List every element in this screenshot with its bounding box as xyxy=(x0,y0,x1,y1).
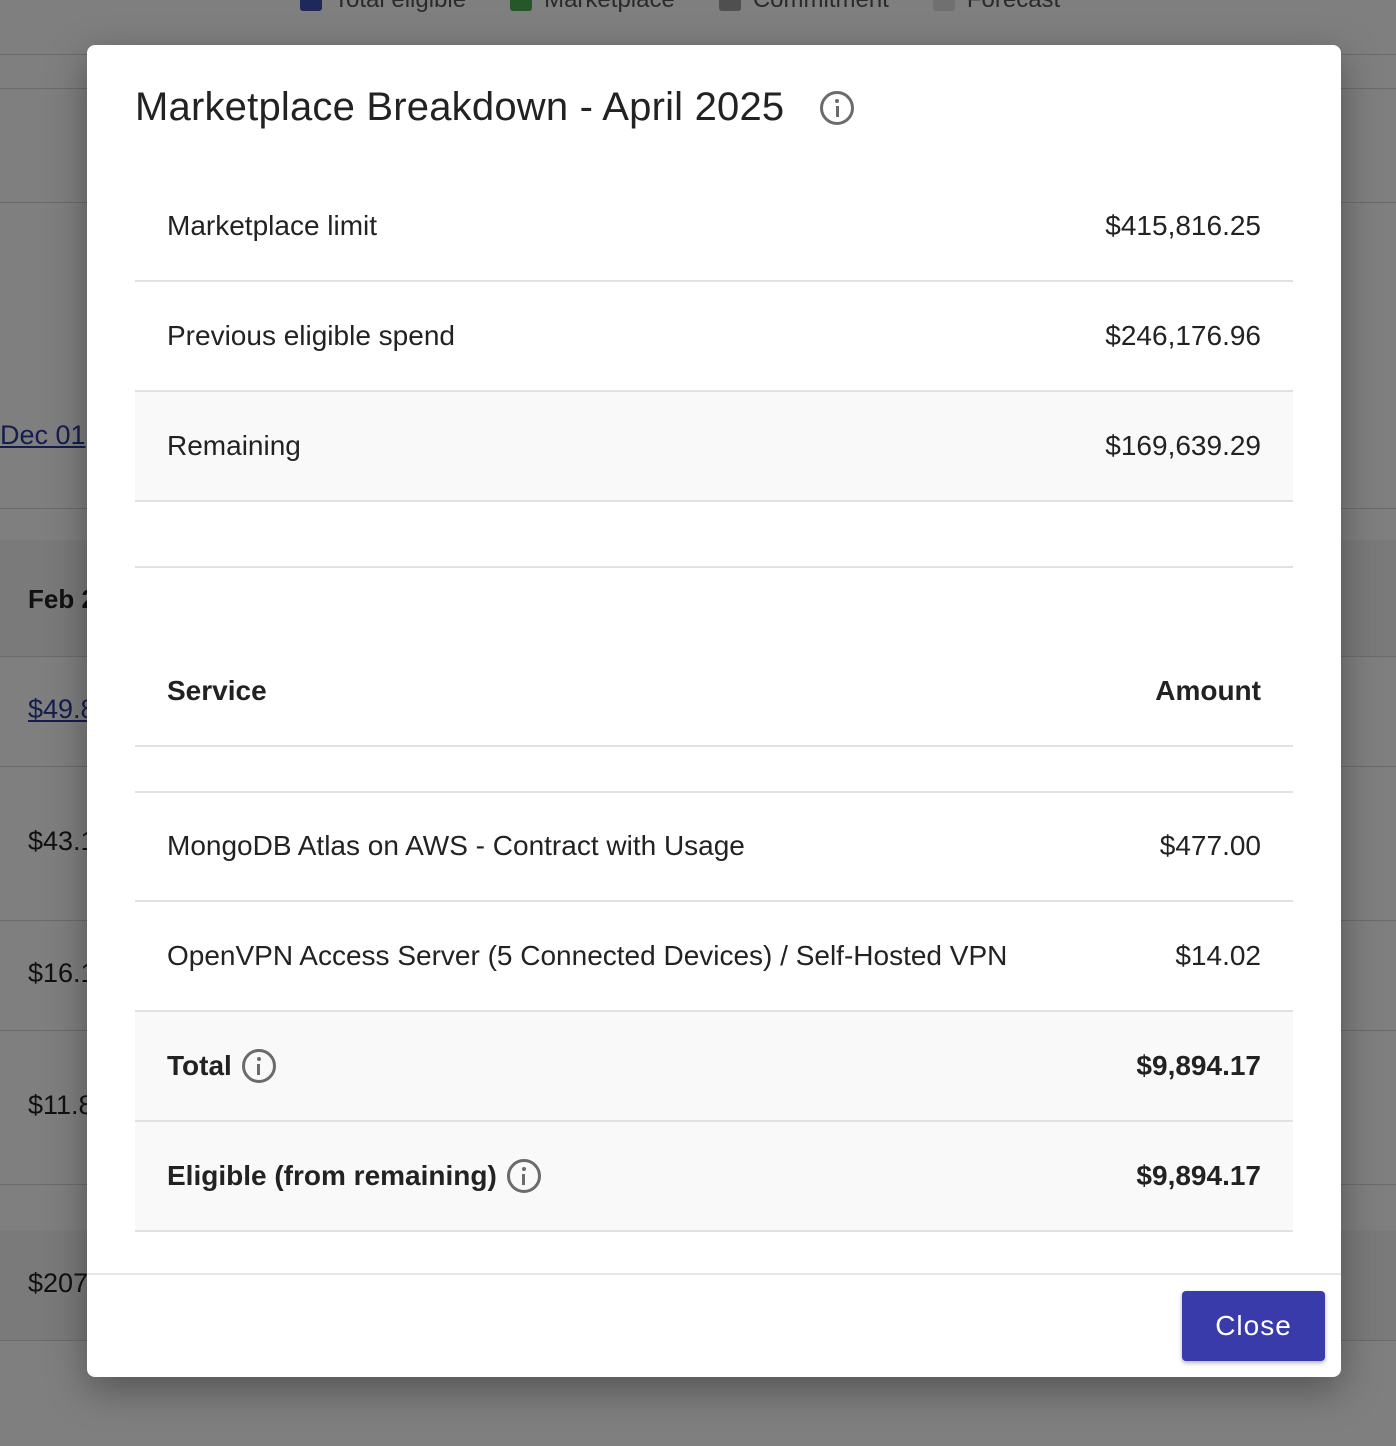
table-row: OpenVPN Access Server (5 Connected Devic… xyxy=(135,902,1293,1012)
summary-row-remaining: Remaining $169,639.29 xyxy=(135,392,1293,502)
summary-row-marketplace-limit: Marketplace limit $415,816.25 xyxy=(135,172,1293,282)
clipped-row-content xyxy=(167,747,1261,763)
service-name: OpenVPN Access Server (5 Connected Devic… xyxy=(167,940,1008,971)
total-row: Total $9,894.17 xyxy=(135,1012,1293,1122)
dialog-footer-divider xyxy=(87,1273,1341,1275)
total-label-wrap: Total xyxy=(167,1049,276,1083)
services-table-header: Service Amount xyxy=(135,637,1293,747)
info-icon[interactable] xyxy=(820,90,855,125)
summary-amount: $169,639.29 xyxy=(1105,430,1261,461)
summary-label: Remaining xyxy=(167,430,301,461)
summary-amount: $246,176.96 xyxy=(1105,320,1261,351)
total-amount: $9,894.17 xyxy=(1136,1050,1261,1081)
total-label: Total xyxy=(167,1050,232,1081)
summary-table: Marketplace limit $415,816.25 Previous e… xyxy=(135,172,1293,502)
info-icon[interactable] xyxy=(506,1159,541,1193)
column-header-service: Service xyxy=(167,675,267,706)
summary-label: Marketplace limit xyxy=(167,210,378,241)
eligible-row: Eligible (from remaining) $9,894.17 xyxy=(135,1122,1293,1232)
service-amount: $477.00 xyxy=(1159,830,1261,861)
divider xyxy=(135,566,1293,568)
service-amount: $14.02 xyxy=(1175,940,1261,971)
eligible-label: Eligible (from remaining) xyxy=(167,1160,497,1191)
info-icon[interactable] xyxy=(241,1049,276,1083)
summary-amount: $415,816.25 xyxy=(1105,210,1261,241)
services-table[interactable]: MongoDB Atlas on AWS - Contract with Usa… xyxy=(135,792,1293,1232)
close-button[interactable]: Close xyxy=(1182,1291,1325,1361)
marketplace-breakdown-dialog: Marketplace Breakdown - April 2025 Marke… xyxy=(87,45,1341,1377)
table-row: MongoDB Atlas on AWS - Contract with Usa… xyxy=(135,792,1293,902)
eligible-amount: $9,894.17 xyxy=(1136,1160,1261,1191)
summary-label: Previous eligible spend xyxy=(167,320,455,351)
service-name: MongoDB Atlas on AWS - Contract with Usa… xyxy=(167,830,745,861)
scrolled-table-row xyxy=(135,747,1293,793)
eligible-label-wrap: Eligible (from remaining) xyxy=(167,1159,541,1193)
column-header-amount: Amount xyxy=(1155,675,1261,706)
dialog-title: Marketplace Breakdown - April 2025 xyxy=(135,85,785,129)
dialog-header: Marketplace Breakdown - April 2025 xyxy=(135,85,855,130)
summary-row-previous-eligible-spend: Previous eligible spend $246,176.96 xyxy=(135,282,1293,392)
